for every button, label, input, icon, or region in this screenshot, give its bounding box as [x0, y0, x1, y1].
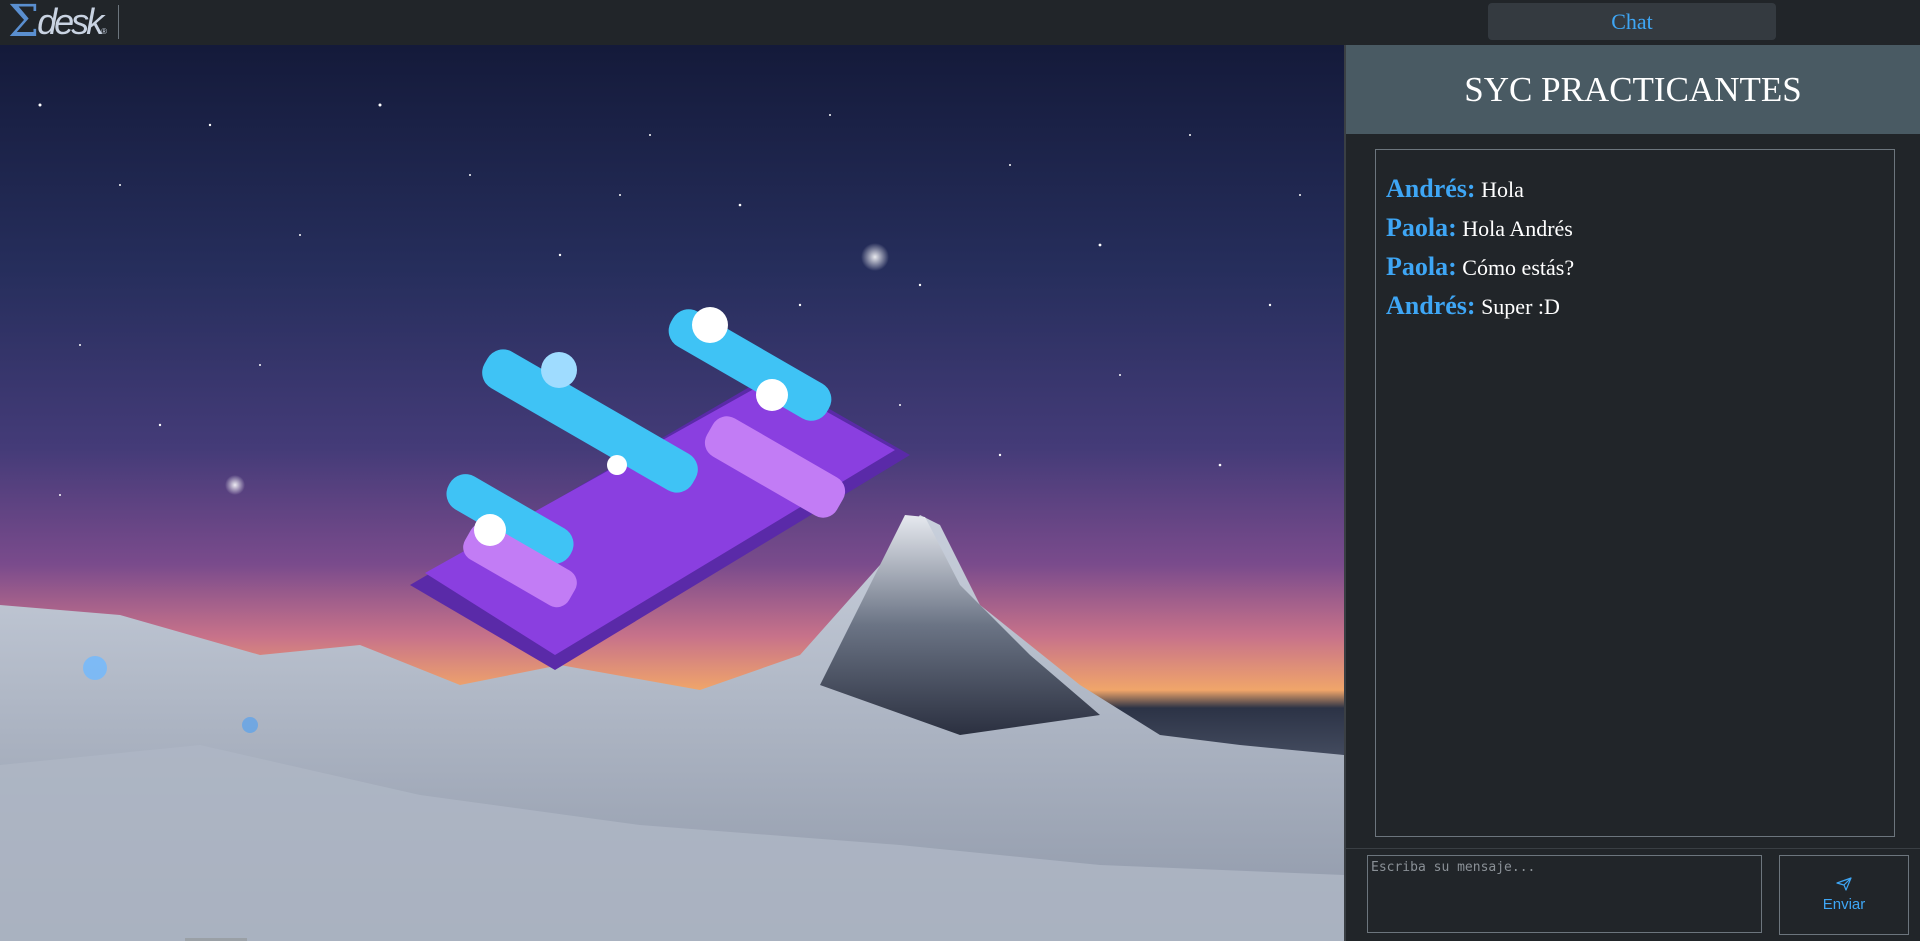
sigma-desk-logo[interactable]: Σ desk ® [8, 0, 108, 47]
chat-message: Paola: Hola Andrés [1386, 209, 1884, 248]
message-author: Andrés: [1386, 174, 1476, 203]
chat-tab[interactable]: Chat [1488, 3, 1776, 40]
chat-message: Andrés: Hola [1386, 170, 1884, 209]
message-list[interactable]: Andrés: Hola Paola: Hola Andrés Paola: C… [1375, 149, 1895, 837]
chat-message: Andrés: Super :D [1386, 287, 1884, 326]
light-glow [242, 717, 258, 733]
phone-chat-illustration [410, 307, 910, 670]
message-text: Hola Andrés [1462, 216, 1573, 241]
mountain-night-scene [0, 103, 1344, 941]
chat-panel: SYC PRACTICANTES Andrés: Hola Paola: Hol… [1344, 45, 1920, 941]
background-illustration [0, 45, 1344, 941]
message-input[interactable] [1367, 855, 1762, 933]
message-text: Super :D [1481, 294, 1560, 319]
message-text: Cómo estás? [1462, 255, 1575, 280]
message-author: Andrés: [1386, 291, 1476, 320]
composer-divider [1346, 848, 1920, 849]
send-button[interactable]: Enviar [1779, 855, 1909, 935]
message-author: Paola: [1386, 252, 1457, 281]
light-glow [83, 656, 107, 680]
bright-star [225, 475, 245, 495]
chat-message: Paola: Cómo estás? [1386, 248, 1884, 287]
message-author: Paola: [1386, 213, 1457, 242]
chat-room-title: SYC PRACTICANTES [1346, 45, 1920, 134]
logo-word: desk [37, 1, 104, 42]
bright-star [861, 243, 889, 271]
message-text: Hola [1481, 177, 1524, 202]
top-navbar: Σ desk ® Chat [0, 0, 1920, 45]
logo-registered-mark: ® [101, 27, 108, 36]
logo-divider [118, 5, 119, 39]
send-button-label: Enviar [1822, 896, 1866, 913]
paper-plane-icon [1836, 877, 1852, 894]
logo-sigma: Σ [8, 0, 40, 47]
